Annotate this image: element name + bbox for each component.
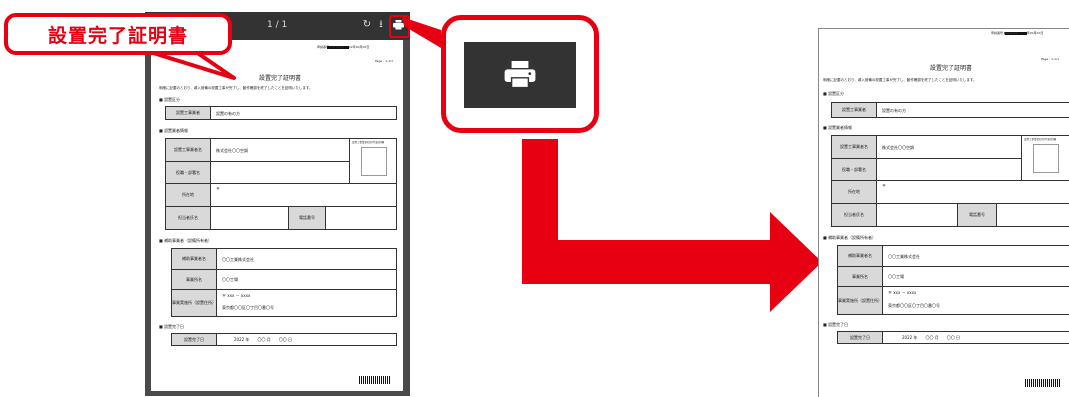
company-value: 株式会社〇〇空調 xyxy=(882,145,914,150)
owner-label: 補助事業者名 xyxy=(838,246,883,266)
site-label: 事業実施所（設置住所） xyxy=(838,287,883,314)
doc-page-no: Page : 1-1/1 xyxy=(1041,57,1059,61)
office-value: 〇〇工場 xyxy=(888,274,904,279)
section-3-title: 補助事業者（設備所有者） xyxy=(828,235,877,240)
section-3-heading: ■ 補助事業者（設備所有者） xyxy=(823,235,877,240)
section-1-table: 設置工事業者 設置の有の方 xyxy=(831,102,1069,118)
sec1-value: 設置の有の方 xyxy=(882,108,906,113)
date-value: 2022 年 〇〇 月 〇〇 日 xyxy=(902,335,960,340)
section-1-title: 設置区分 xyxy=(828,91,845,96)
stamp-label: 設置工事業者社印(代表印)欄 xyxy=(1024,138,1056,141)
position-label: 役職・部署名 xyxy=(832,159,877,180)
zoom-print-callout xyxy=(441,15,599,133)
sec1-label: 設置工事業者 xyxy=(832,103,877,117)
tel-label: 電話番号 xyxy=(957,204,997,226)
doc-header-small: 申請番号 ■■■■■ 2022年00月00日 xyxy=(991,31,1044,35)
printed-page: 申請番号 ■■■■■ 2022年00月00日 Page : 1-1/1 設置完了… xyxy=(818,28,1069,397)
section-3-table: 補助事業者名 〇〇工業株式会社 事業所名 〇〇工場 事業実施所（設置住所） 〒 … xyxy=(837,245,1069,315)
company-label: 設置工事業者名 xyxy=(832,136,877,158)
address-value: 〒 xyxy=(882,183,886,188)
section-1-heading: ■ 設置区分 xyxy=(823,91,845,96)
stamp-box xyxy=(1033,144,1059,173)
section-2-title: 設置業者情報 xyxy=(828,125,853,130)
person-label: 担当者氏名 xyxy=(832,204,877,226)
office-label: 事業所名 xyxy=(838,267,883,286)
site-zip: 〒 xxx － xxxx xyxy=(888,290,917,295)
section-4-heading: ■ 設置完了日 xyxy=(823,322,849,327)
section-4-table: 設置完了日 2022 年 〇〇 月 〇〇 日 xyxy=(837,331,1069,344)
site-value: 東京都〇〇区〇丁目〇番〇号 xyxy=(888,303,940,308)
doc-intro: 明細に記載のとおり、導入設備の設置工事が完了し、動作確認を終了したことを証明いた… xyxy=(823,78,977,82)
zoom-toolbar xyxy=(464,42,576,108)
section-4-title: 設置完了日 xyxy=(828,322,849,327)
date-label: 設置完了日 xyxy=(838,332,883,343)
section-2-heading: ■ 設置業者情報 xyxy=(823,125,853,130)
section-2-table: 設置工事業者名 株式会社〇〇空調 役職・部署名 所在地 〒 担当者氏名 電話番号… xyxy=(831,135,1069,227)
barcode xyxy=(1025,379,1061,387)
print-icon-large xyxy=(504,61,536,89)
address-label: 所在地 xyxy=(832,181,877,203)
doc-title: 設置完了証明書 xyxy=(930,65,973,72)
owner-value: 〇〇工業株式会社 xyxy=(888,254,920,259)
